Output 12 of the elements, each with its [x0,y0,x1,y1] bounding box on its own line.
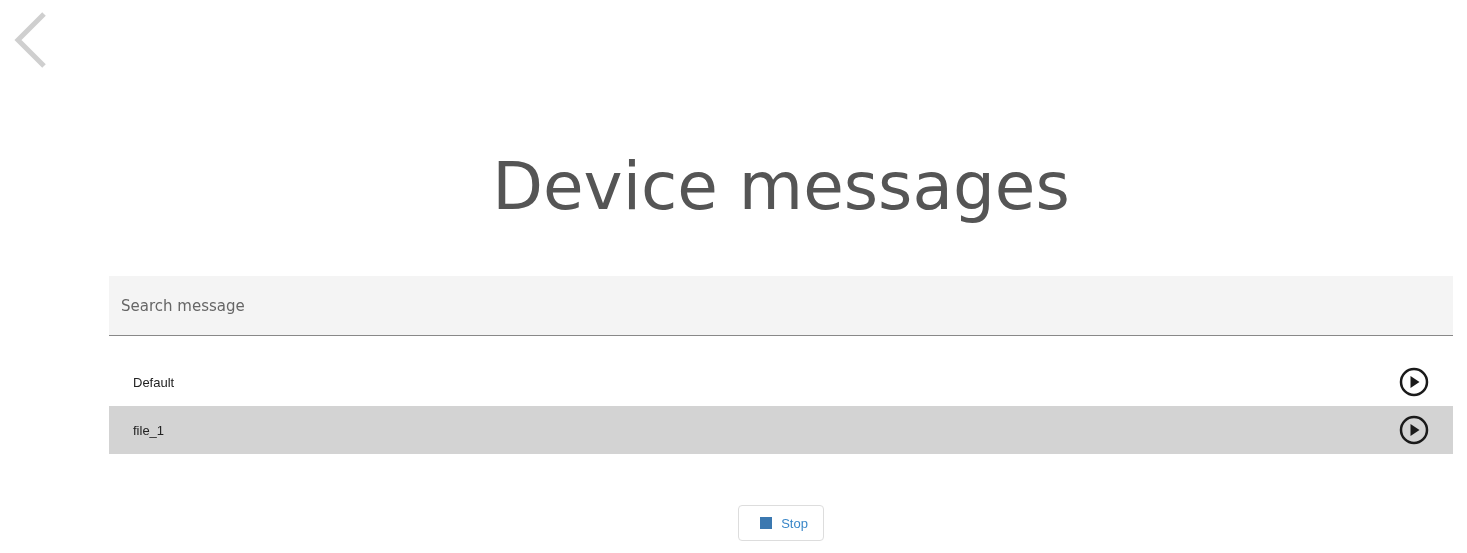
chevron-left-icon [12,11,48,69]
message-row[interactable]: file_1 [109,406,1453,454]
stop-button[interactable]: Stop [738,505,824,541]
play-button[interactable] [1399,367,1429,397]
search-field[interactable]: Search message [109,276,1453,336]
play-icon [1399,367,1429,397]
message-name: Default [133,374,175,390]
play-button[interactable] [1399,415,1429,445]
stop-icon [760,517,773,529]
message-name: file_1 [133,422,165,438]
play-icon [1399,415,1429,445]
page-title: Device messages [492,147,1070,227]
